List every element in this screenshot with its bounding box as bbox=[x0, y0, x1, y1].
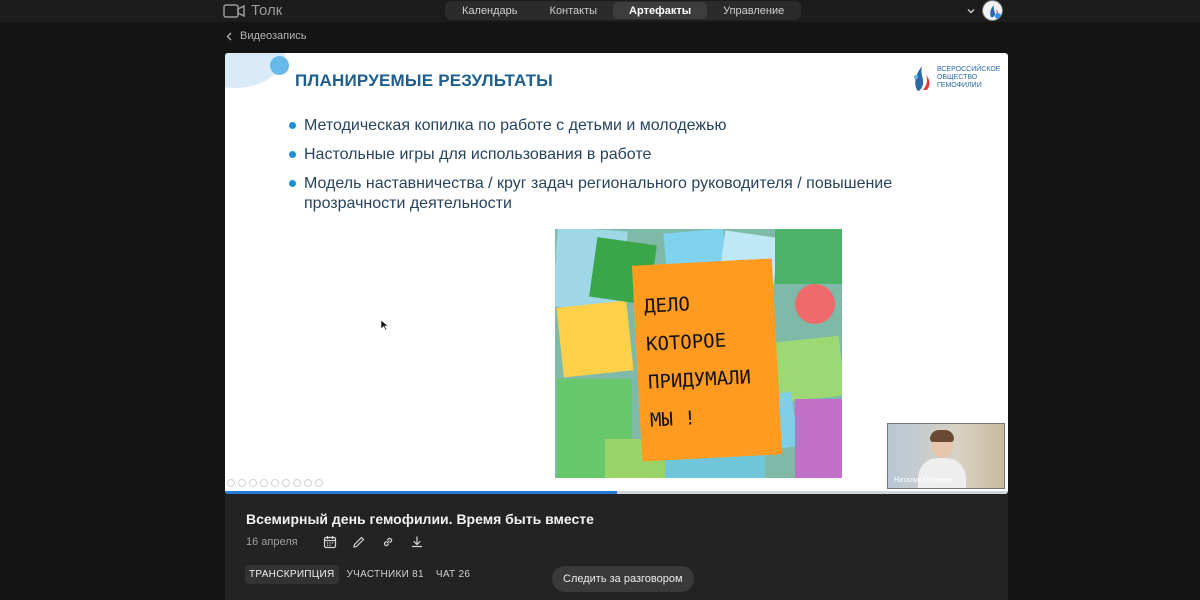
download-button[interactable] bbox=[409, 534, 425, 550]
recording-meta: 16 апреля bbox=[246, 534, 438, 550]
sticky-notes-image: ДЕЛО КОТОРОЕ ПРИДУМАЛИ МЫ ! bbox=[555, 229, 842, 478]
speaker-video[interactable]: Наталия Полищук bbox=[887, 423, 1005, 489]
video-camera-icon bbox=[223, 3, 245, 18]
player-controls bbox=[227, 479, 323, 487]
calendar-button[interactable] bbox=[322, 534, 338, 550]
speed-button[interactable] bbox=[271, 479, 279, 487]
app-name: Толк bbox=[251, 2, 283, 19]
sticky-note-line: МЫ ! bbox=[649, 407, 697, 432]
nav-tab-calendar[interactable]: Календарь bbox=[446, 2, 534, 19]
status-dot bbox=[995, 13, 1001, 19]
avatar[interactable] bbox=[982, 0, 1003, 21]
more-button[interactable] bbox=[315, 479, 323, 487]
follow-conversation-button[interactable]: Следить за разговором bbox=[552, 566, 694, 592]
slide-decoration-dot bbox=[270, 56, 289, 75]
chevron-down-icon[interactable] bbox=[966, 6, 976, 16]
recording-date: 16 апреля bbox=[246, 536, 298, 548]
breadcrumb-back[interactable]: Видеозапись bbox=[226, 30, 307, 42]
pencil-icon bbox=[353, 536, 365, 548]
copy-link-button[interactable] bbox=[380, 534, 396, 550]
tab-transcript[interactable]: ТРАНСКРИПЦИЯ bbox=[245, 565, 339, 584]
top-bar: Толк Календарь Контакты Артефакты Управл… bbox=[0, 0, 1200, 22]
slide-bullet: Методическая копилка по работе с детьми … bbox=[287, 116, 907, 136]
recording-info: Всемирный день гемофилии. Время быть вме… bbox=[225, 494, 1008, 600]
user-area bbox=[966, 0, 1003, 21]
breadcrumb-label: Видеозапись bbox=[240, 30, 307, 42]
volume-button[interactable] bbox=[293, 479, 301, 487]
zoom-button[interactable] bbox=[282, 479, 290, 487]
sticky-note-text: ДЕЛО КОТОРОЕ ПРИДУМАЛИ МЫ ! bbox=[643, 280, 791, 439]
app-logo[interactable]: Толк bbox=[223, 2, 282, 19]
org-logo: ВСЕРОССИЙСКОЕ ОБЩЕСТВО ГЕМОФИЛИИ bbox=[909, 63, 1000, 93]
chevron-left-icon bbox=[226, 32, 232, 40]
nav-tab-artifacts[interactable]: Артефакты bbox=[613, 2, 708, 19]
tab-chat[interactable]: ЧАТ 26 bbox=[432, 565, 474, 584]
org-name-line: ГЕМОФИЛИИ bbox=[937, 82, 982, 89]
nav-tab-management[interactable]: Управление bbox=[707, 2, 800, 19]
play-button[interactable] bbox=[238, 479, 246, 487]
link-icon bbox=[383, 537, 393, 547]
hemophilia-society-logo-icon bbox=[914, 66, 930, 91]
org-name: ВСЕРОССИЙСКОЕ ОБЩЕСТВО ГЕМОФИЛИИ bbox=[937, 66, 1000, 90]
pen-tool-button[interactable] bbox=[260, 479, 268, 487]
edit-button[interactable] bbox=[351, 534, 367, 550]
slide-bullets: Методическая копилка по работе с детьми … bbox=[287, 116, 907, 223]
org-name-line: ОБЩЕСТВО bbox=[937, 74, 978, 81]
recording-tabs: ТРАНСКРИПЦИЯ УЧАСТНИКИ 81 ЧАТ 26 bbox=[245, 565, 474, 584]
slide-bullet: Настольные игры для использования в рабо… bbox=[287, 145, 907, 165]
slide-bullet: Модель наставничества / круг задач регио… bbox=[287, 174, 907, 214]
nav-tab-contacts[interactable]: Контакты bbox=[534, 2, 614, 19]
rewind-button[interactable] bbox=[227, 479, 235, 487]
speaker-name: Наталия Полищук bbox=[894, 477, 953, 484]
main-nav: Календарь Контакты Артефакты Управление bbox=[445, 1, 802, 20]
mouse-cursor-icon bbox=[380, 319, 389, 331]
slide-title: ПЛАНИРУЕМЫЕ РЕЗУЛЬТАТЫ bbox=[295, 71, 554, 90]
calendar-icon bbox=[323, 536, 337, 549]
org-name-line: ВСЕРОССИЙСКОЕ bbox=[937, 66, 1001, 73]
download-icon bbox=[411, 536, 423, 548]
camera-toggle-button[interactable] bbox=[304, 479, 312, 487]
recording-title: Всемирный день гемофилии. Время быть вме… bbox=[246, 511, 594, 527]
video-player[interactable]: ПЛАНИРУЕМЫЕ РЕЗУЛЬТАТЫ ВСЕРОССИЙСКОЕ ОБЩ… bbox=[225, 53, 1008, 494]
tab-participants[interactable]: УЧАСТНИКИ 81 bbox=[343, 565, 428, 584]
forward-button[interactable] bbox=[249, 479, 257, 487]
